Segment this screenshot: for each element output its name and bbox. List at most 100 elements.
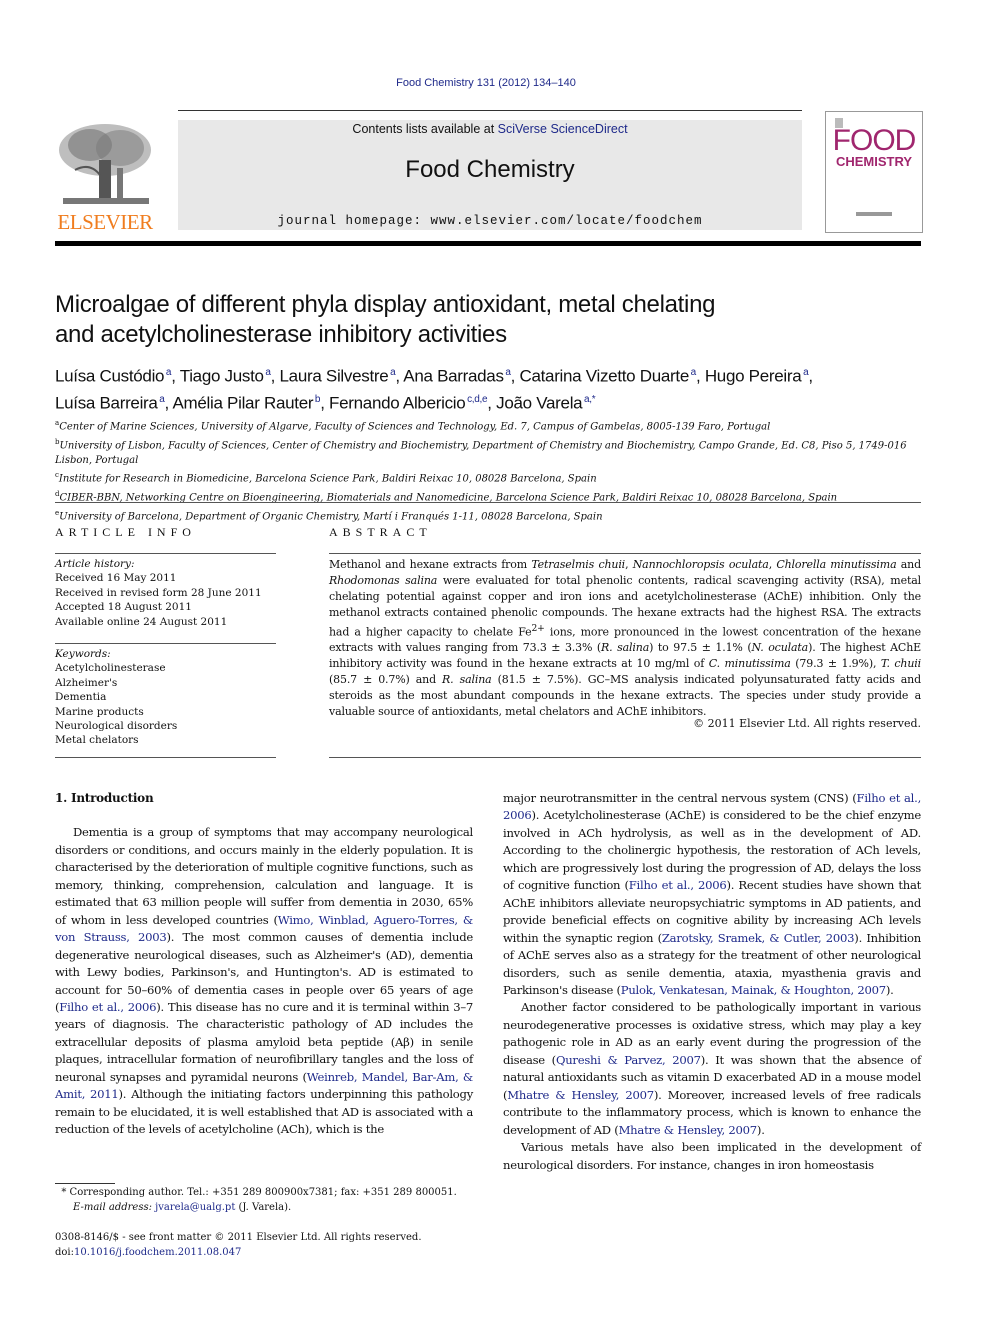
author-separator: , [320,393,330,413]
affiliation-text: University of Barcelona, Department of O… [59,511,603,523]
affiliation: cInstitute for Research in Biomedicine, … [55,468,925,487]
affiliation-text: Institute for Research in Biomedicine, B… [58,473,597,485]
article-history: Article history: Received 16 May 2011 Re… [55,557,280,629]
elsevier-wordmark[interactable]: ELSEVIER [55,210,155,235]
abstract-segment: Methanol and hexane extracts from [329,558,532,571]
body-column-left: 1. Introduction Dementia is a group of s… [55,790,473,1139]
body-column-right: major neurotransmitter in the central ne… [503,790,921,1174]
title-line-2: and acetylcholinesterase inhibitory acti… [55,321,507,348]
email-label: E-mail address: [73,1201,152,1213]
history-item: Received 16 May 2011 [55,572,177,585]
history-item: Accepted 18 August 2011 [55,601,192,614]
abstract-copyright: © 2011 Elsevier Ltd. All rights reserved… [693,717,921,730]
contents-prefix: Contents lists available at [352,122,498,136]
affiliation: eUniversity of Barcelona, Department of … [55,506,925,525]
affiliation-marker[interactable]: a [689,367,697,378]
body-text: ). [756,1122,765,1137]
author-name[interactable]: Tiago Justo [180,367,264,386]
abstract-segment: and [896,558,921,571]
affiliation: dCIBER-BBN, Networking Centre on Bioengi… [55,487,925,506]
doi-prefix: doi: [55,1246,74,1258]
abstract-segment: (85.7 ± 0.7%) and [329,673,443,686]
email-link[interactable]: jvarela@ualg.pt [155,1202,235,1213]
citation-link[interactable]: Filho et al., 2006 [59,1000,156,1014]
body-text: ). Although the initiating factors under… [55,1087,473,1137]
contents-line: Contents lists available at SciVerse Sci… [178,122,802,136]
body-text: major neurotransmitter in the central ne… [503,791,857,805]
affiliation-text: University of Lisbon, Faculty of Science… [55,440,907,466]
abstract-segment: , [625,558,633,571]
affiliation: bUniversity of Lisbon, Faculty of Scienc… [55,435,925,469]
abstract-segment: (79.3 ± 1.9%), [790,657,881,671]
journal-homepage[interactable]: journal homepage: www.elsevier.com/locat… [178,214,802,228]
divider [329,757,921,758]
header-divider [178,110,802,111]
sciencedirect-link[interactable]: SciVerse ScienceDirect [498,122,628,136]
author-name[interactable]: Fernando Albericio [329,393,466,412]
keyword: Dementia [55,691,107,704]
left-paragraphs: Dementia is a group of symptoms that may… [55,824,473,1138]
author-separator: , [270,366,280,386]
author-name[interactable]: Amélia Pilar Rauter [172,393,313,412]
affiliation-text: Center of Marine Sciences, University of… [59,421,771,433]
doi-link[interactable]: 10.1016/j.foodchem.2011.08.047 [74,1247,241,1258]
email-line: E-mail address: jvarela@ualg.pt (J. Vare… [55,1201,475,1216]
cover-title-food: FOOD [832,124,917,157]
citation-link[interactable]: Pulok, Venkatesan, Mainak, & Houghton, 2… [621,983,886,997]
author-name[interactable]: Luísa Barreira [55,393,158,412]
species-name: Rhodomonas salina [329,573,438,587]
journal-name: Food Chemistry [405,156,575,183]
cover-footer-logo [856,212,892,216]
citation-link[interactable]: Filho et al., 2006 [629,878,727,892]
species-name: Chlorella minutissima [776,558,897,571]
keywords-label: Keywords: [55,648,111,660]
keyword: Neurological disorders [55,720,178,733]
divider [329,553,921,554]
species-name: C. minutissima [708,657,791,671]
citation-link[interactable]: Zarotsky, Sramek, & Cutler, 2003 [662,931,855,945]
running-head[interactable]: Food Chemistry 131 (2012) 134–140 [0,77,972,89]
journal-banner: Contents lists available at SciVerse Sci… [178,120,802,230]
title-line-1: Microalgae of different phyla display an… [55,291,716,318]
email-suffix: (J. Varela). [235,1201,292,1213]
body-text: Dementia is a group of symptoms that may… [55,825,473,927]
affiliation-marker[interactable]: a [158,394,165,405]
author-separator: , [695,366,705,386]
body-text: Various metals have also been implicated… [503,1140,921,1172]
citation-link[interactable]: Qureshi & Parvez, 2007 [556,1053,701,1067]
issn-line: 0308-8146/$ - see front matter © 2011 El… [55,1232,422,1243]
keyword: Alzheimer's [55,676,118,689]
affiliation-marker[interactable]: a [264,367,271,378]
affiliations: aCenter of Marine Sciences, University o… [55,416,925,525]
author-name[interactable]: Luísa Custódio [55,367,165,386]
affiliation-marker[interactable]: c,d,e [465,394,488,405]
divider [55,643,276,644]
keyword: Marine products [55,705,144,718]
species-name: N. oculata [751,641,809,655]
author-separator: , [808,366,813,386]
doi-line: doi:10.1016/j.foodchem.2011.08.047 [55,1246,475,1261]
history-item: Received in revised form 28 June 2011 [55,586,262,599]
citation-link[interactable]: Mhatre & Hensley, 2007 [619,1123,758,1137]
affiliation: aCenter of Marine Sciences, University o… [55,416,925,435]
abstract-heading: ABSTRACT [329,525,432,539]
keyword: Metal chelators [55,734,139,747]
species-name: Tetraselmis chuii [531,558,626,571]
body-paragraph: major neurotransmitter in the central ne… [503,790,921,999]
affiliation-marker[interactable]: a [504,367,511,378]
keyword: Acetylcholinesterase [55,662,166,675]
author-name[interactable]: Catarina Vizetto Duarte [519,367,689,386]
corresponding-text: Corresponding author. Tel.: +351 289 800… [69,1187,457,1198]
author-list: Luísa Custódio a, Tiago Justo a, Laura S… [55,361,925,414]
section-divider [55,502,921,503]
article-info-heading: ARTICLE INFO [55,525,196,539]
author-name[interactable]: Hugo Pereira [705,367,802,386]
journal-cover-thumbnail[interactable]: FOOD CHEMISTRY [825,111,923,233]
header-bottom-rule [55,241,921,246]
citation-link[interactable]: Mhatre & Hensley, 2007 [507,1088,654,1102]
author-name[interactable]: João Varela [496,393,582,412]
affiliation-marker[interactable]: a,* [582,394,596,405]
author-name[interactable]: Laura Silvestre [280,367,389,386]
author-name[interactable]: Ana Barradas [403,367,504,386]
corresponding-line: * Corresponding author. Tel.: +351 289 8… [55,1186,475,1201]
